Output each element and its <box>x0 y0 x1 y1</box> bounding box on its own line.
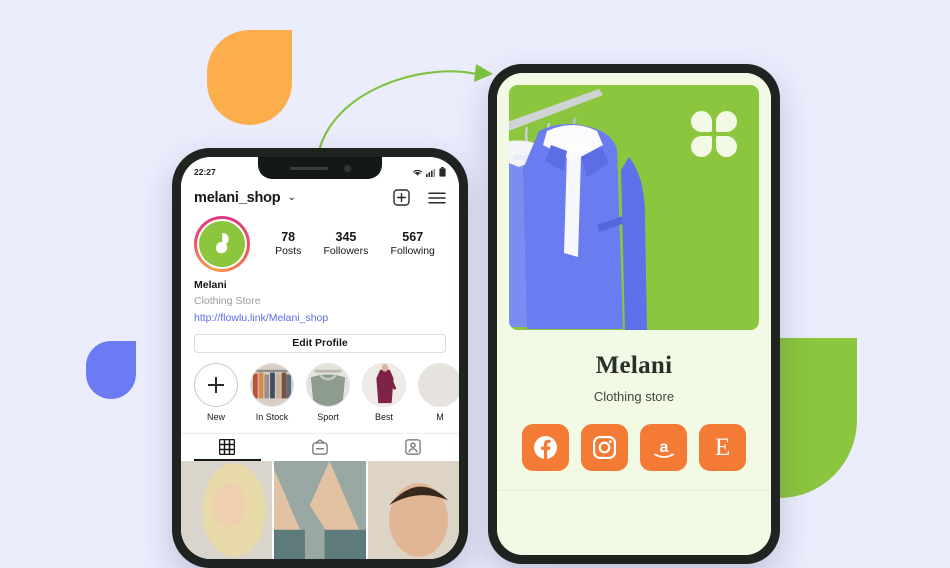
shop-subtitle: Clothing store <box>593 389 675 404</box>
status-bar-icons <box>412 167 446 177</box>
stat-following-label: Following <box>390 244 435 257</box>
chevron-down-icon[interactable]: ⌄ <box>287 192 295 203</box>
highlight-best-label: Best <box>374 411 393 422</box>
orange-petal-shape <box>207 30 292 125</box>
flower-petal-bottom-right <box>716 136 737 157</box>
dress-thumbnail[interactable] <box>362 362 406 407</box>
flower-petal-bottom-left <box>691 136 712 157</box>
phone-notch <box>258 157 382 179</box>
profile-stats: 78 Posts 345 Followers 567 Following <box>256 230 446 259</box>
instagram-screen: 22:27 melani_shop ⌄ 78 Posts 345 Followe… <box>181 157 459 559</box>
flower-petal-top-left <box>691 111 712 132</box>
stat-posts-label: Posts <box>275 244 302 257</box>
instagram-profile-page: 22:27 melani_shop ⌄ 78 Posts 345 Followe… <box>181 157 459 559</box>
profile-bio: Melani Clothing Store http://flowlu.link… <box>181 272 459 326</box>
flowlu-logo <box>216 233 229 254</box>
svg-text:a: a <box>659 439 668 456</box>
reels-tab[interactable] <box>274 434 367 461</box>
highlight-sport[interactable]: Sport <box>306 362 350 422</box>
flower-petal-top-right <box>716 111 737 132</box>
stat-following[interactable]: 567 Following <box>391 230 435 259</box>
partial-thumbnail[interactable] <box>418 362 459 407</box>
highlight-sport-label: Sport <box>317 411 339 422</box>
bio-category: Clothing Store <box>194 295 261 308</box>
highlight-partial-label: M <box>436 411 444 422</box>
stat-followers-value: 345 <box>335 229 357 244</box>
bio-display-name: Melani <box>194 279 227 291</box>
facebook-button[interactable] <box>522 424 569 471</box>
etsy-icon: E <box>714 434 731 461</box>
blue-petal-shape <box>86 341 136 399</box>
highlight-new-label: New <box>206 411 225 422</box>
profile-summary: 78 Posts 345 Followers 567 Following <box>181 211 459 272</box>
stat-posts-value: 78 <box>281 229 296 244</box>
tagged-tab[interactable] <box>366 434 459 461</box>
landing-page-footer <box>497 490 771 555</box>
profile-tabbar <box>181 432 459 461</box>
highlight-new[interactable]: New <box>194 362 238 422</box>
photo-blonde-woman[interactable] <box>181 460 273 559</box>
photo-legs-jeans[interactable] <box>274 460 366 559</box>
profile-username[interactable]: melani_shop <box>194 190 281 206</box>
grid-icon <box>219 439 236 456</box>
amazon-icon: a <box>653 439 674 458</box>
edit-profile-button[interactable]: Edit Profile <box>194 333 446 353</box>
highlight-in-stock[interactable]: In Stock <box>250 362 294 422</box>
signal-icon <box>426 169 436 177</box>
igtv-icon <box>312 439 328 456</box>
amazon-button[interactable]: a <box>640 424 687 471</box>
highlight-in-stock-label: In Stock <box>255 411 289 422</box>
instagram-button[interactable] <box>581 424 628 471</box>
instagram-phone: 22:27 melani_shop ⌄ 78 Posts 345 Followe… <box>172 148 468 568</box>
green-block-shape <box>775 338 857 498</box>
four-petal-flower-logo <box>691 111 737 157</box>
scene: 22:27 melani_shop ⌄ 78 Posts 345 Followe… <box>0 0 950 568</box>
stat-following-value: 567 <box>402 229 424 244</box>
landing-page-phone: Melani Clothing store a E <box>488 64 780 564</box>
instagram-header: melani_shop ⌄ <box>181 183 459 211</box>
facebook-icon <box>534 436 557 459</box>
wifi-icon <box>413 169 422 176</box>
plus-icon[interactable] <box>194 362 238 407</box>
stat-posts[interactable]: 78 Posts <box>275 230 301 259</box>
photo-grid <box>181 460 459 559</box>
plus-square-icon[interactable] <box>393 189 410 206</box>
instagram-icon <box>592 435 617 460</box>
story-gradient-ring[interactable] <box>194 216 250 272</box>
hero-image-blue-blazers <box>509 85 759 330</box>
status-bar-time: 22:27 <box>194 167 216 177</box>
photo-man-portrait[interactable] <box>367 460 459 559</box>
speaker-grille <box>289 166 328 170</box>
etsy-button[interactable]: E <box>699 424 746 471</box>
front-camera <box>343 164 351 172</box>
highlight-partial[interactable]: M <box>418 362 459 422</box>
landing-page-screen: Melani Clothing store a E <box>497 73 771 555</box>
bio-link[interactable]: http://flowlu.link/Melani_shop <box>194 310 446 326</box>
stat-followers-label: Followers <box>323 244 369 257</box>
social-links: a E <box>497 424 771 471</box>
stat-followers[interactable]: 345 Followers <box>323 230 368 259</box>
shop-title: Melani <box>595 352 673 379</box>
profile-avatar <box>199 221 245 267</box>
sport-clothes-thumbnail[interactable] <box>306 362 350 407</box>
story-highlights: New In Stock Sport Best M <box>181 353 459 422</box>
hamburger-menu-icon[interactable] <box>428 191 446 205</box>
battery-icon <box>439 167 446 177</box>
landing-page: Melani Clothing store a E <box>497 73 771 555</box>
avatar-inner <box>197 219 247 269</box>
highlight-best[interactable]: Best <box>362 362 406 422</box>
clothing-rack-thumbnail[interactable] <box>250 362 294 407</box>
grid-tab[interactable] <box>181 434 274 461</box>
tagged-icon <box>404 439 421 456</box>
